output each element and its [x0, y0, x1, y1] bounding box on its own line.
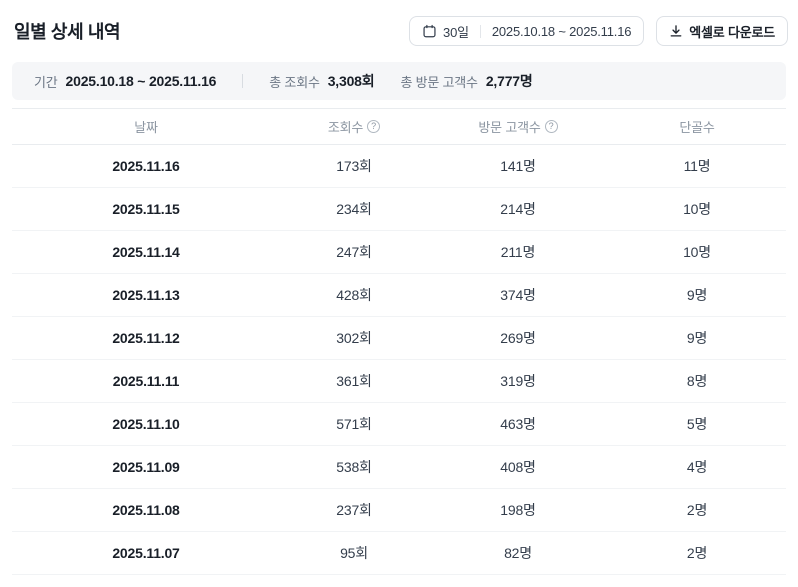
cell-regulars: 10명 [608, 231, 786, 274]
cell-visitors: 214명 [428, 188, 608, 231]
cell-views: 538회 [280, 446, 428, 489]
cell-date: 2025.11.16 [12, 145, 280, 188]
cell-regulars: 4명 [608, 446, 786, 489]
download-label: 엑셀로 다운로드 [689, 22, 775, 41]
column-header-regulars: 단골수 [608, 109, 786, 145]
button-divider [480, 25, 481, 38]
column-header-visitors: 방문 고객수 ? [428, 109, 608, 145]
table-row: 2025.11.15234회214명10명 [12, 188, 786, 231]
excel-download-button[interactable]: 엑셀로 다운로드 [656, 16, 788, 46]
download-icon [669, 24, 683, 38]
cell-date: 2025.11.08 [12, 489, 280, 532]
cell-views: 234회 [280, 188, 428, 231]
cell-views: 571회 [280, 403, 428, 446]
cell-regulars: 9명 [608, 317, 786, 360]
cell-date: 2025.11.07 [12, 532, 280, 575]
cell-date: 2025.11.13 [12, 274, 280, 317]
cell-date: 2025.11.14 [12, 231, 280, 274]
table-row: 2025.11.12302회269명9명 [12, 317, 786, 360]
table-row: 2025.11.14247회211명10명 [12, 231, 786, 274]
table-row: 2025.11.10571회463명5명 [12, 403, 786, 446]
table-row: 2025.11.08237회198명2명 [12, 489, 786, 532]
cell-regulars: 2명 [608, 489, 786, 532]
cell-date: 2025.11.09 [12, 446, 280, 489]
table-row: 2025.11.16173회141명11명 [12, 145, 786, 188]
cell-visitors: 198명 [428, 489, 608, 532]
cell-visitors: 374명 [428, 274, 608, 317]
cell-views: 361회 [280, 360, 428, 403]
table-header-row: 날짜 조회수 ? 방문 고객수 ? 단골수 [12, 109, 786, 145]
column-header-regulars-label: 단골수 [679, 117, 714, 136]
page-title: 일별 상세 내역 [14, 18, 120, 44]
cell-visitors: 211명 [428, 231, 608, 274]
help-icon[interactable]: ? [545, 120, 558, 133]
cell-visitors: 141명 [428, 145, 608, 188]
total-views-value: 3,308회 [328, 71, 375, 91]
cell-date: 2025.11.15 [12, 188, 280, 231]
daily-detail-page: 일별 상세 내역 30일 2025.10.18 ~ 2025.11.16 [0, 0, 798, 575]
cell-visitors: 319명 [428, 360, 608, 403]
cell-regulars: 10명 [608, 188, 786, 231]
summary-bar: 기간 2025.10.18 ~ 2025.11.16 총 조회수 3,308회 … [12, 62, 786, 100]
total-visitors-label: 총 방문 고객수 [400, 72, 477, 91]
cell-regulars: 8명 [608, 360, 786, 403]
cell-views: 95회 [280, 532, 428, 575]
period-value: 2025.10.18 ~ 2025.11.16 [66, 73, 217, 89]
cell-date: 2025.11.12 [12, 317, 280, 360]
table-body: 2025.11.16173회141명11명2025.11.15234회214명1… [12, 145, 786, 575]
table-row: 2025.11.13428회374명9명 [12, 274, 786, 317]
cell-visitors: 463명 [428, 403, 608, 446]
column-header-date: 날짜 [12, 109, 280, 145]
daily-stats-table: 날짜 조회수 ? 방문 고객수 ? 단골수 [12, 108, 786, 575]
column-header-views: 조회수 ? [280, 109, 428, 145]
help-icon[interactable]: ? [367, 120, 380, 133]
column-header-views-label: 조회수 [328, 117, 363, 136]
table-row: 2025.11.09538회408명4명 [12, 446, 786, 489]
table-row: 2025.11.0795회82명2명 [12, 532, 786, 575]
period-chip-label: 30일 [443, 22, 469, 41]
cell-views: 428회 [280, 274, 428, 317]
period-label: 기간 [34, 72, 58, 91]
date-range-button[interactable]: 30일 2025.10.18 ~ 2025.11.16 [409, 16, 644, 46]
cell-views: 237회 [280, 489, 428, 532]
cell-views: 247회 [280, 231, 428, 274]
table-row: 2025.11.11361회319명8명 [12, 360, 786, 403]
calendar-icon [422, 24, 437, 39]
summary-divider [242, 74, 243, 88]
cell-views: 302회 [280, 317, 428, 360]
cell-regulars: 9명 [608, 274, 786, 317]
cell-visitors: 408명 [428, 446, 608, 489]
page-header: 일별 상세 내역 30일 2025.10.18 ~ 2025.11.16 [0, 0, 798, 62]
column-header-visitors-label: 방문 고객수 [478, 117, 540, 136]
period-range-text: 2025.10.18 ~ 2025.11.16 [492, 24, 631, 39]
header-controls: 30일 2025.10.18 ~ 2025.11.16 엑셀로 다운로드 [409, 16, 788, 46]
cell-visitors: 269명 [428, 317, 608, 360]
cell-date: 2025.11.11 [12, 360, 280, 403]
total-visitors-value: 2,777명 [486, 71, 533, 91]
cell-regulars: 11명 [608, 145, 786, 188]
cell-regulars: 5명 [608, 403, 786, 446]
cell-date: 2025.11.10 [12, 403, 280, 446]
cell-regulars: 2명 [608, 532, 786, 575]
cell-visitors: 82명 [428, 532, 608, 575]
cell-views: 173회 [280, 145, 428, 188]
column-header-date-label: 날짜 [134, 117, 158, 136]
total-views-label: 총 조회수 [269, 72, 319, 91]
